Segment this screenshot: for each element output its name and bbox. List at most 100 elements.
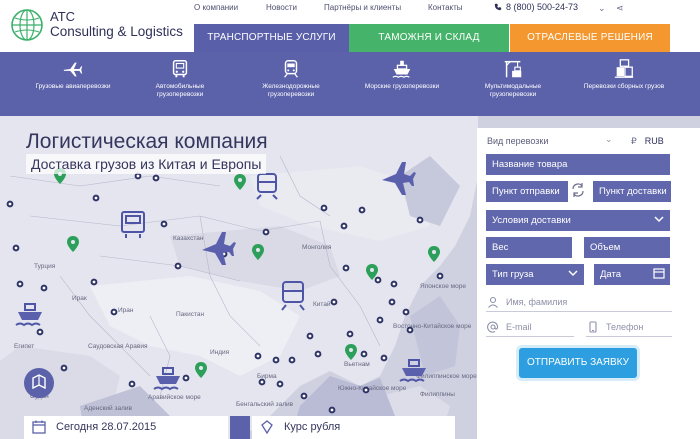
port-dot[interactable] [128,380,136,388]
product-name-field[interactable]: Название товара [486,154,670,175]
currency-icon [261,420,273,434]
services-nav: Грузовые авиаперевозки Автомобильные гру… [0,52,700,116]
port-dot[interactable] [346,330,354,338]
service-auto[interactable]: Автомобильные грузоперевозки [135,58,225,99]
origin-field[interactable]: Пункт отправки [486,181,568,202]
date-field[interactable]: Дата [594,264,670,285]
topnav-news[interactable]: Новости [266,3,297,12]
service-groupage[interactable]: Перевозки сборных грузов [579,58,669,91]
port-dot[interactable] [402,308,410,316]
port-dot[interactable] [358,206,366,214]
port-dot[interactable] [388,298,396,306]
port-dot[interactable] [374,276,382,284]
map-label: Пакистан [176,311,205,318]
site-header: ATC Consulting & Logistics О компании Но… [0,0,700,52]
mobile-icon [589,321,597,333]
currency-selector[interactable]: ₽ RUB [631,136,664,147]
dropdown-chevron-icon[interactable]: ⌄ [598,3,606,13]
port-dot[interactable] [262,228,270,236]
divider [230,416,250,439]
cargo-type-select[interactable]: Тип груза [486,264,584,285]
volume-field[interactable]: Объем [584,237,670,258]
port-dot[interactable] [306,332,314,340]
port-dot[interactable] [16,280,24,288]
transport-type-label: Вид перевозки [487,136,549,146]
service-rail[interactable]: Железнодорожные грузоперевозки [246,58,336,99]
today-date: Сегодня 28.07.2015 [24,416,228,439]
port-dot[interactable] [314,350,322,358]
submit-request-button[interactable]: ОТПРАВИТЬ ЗАЯВКУ [519,348,637,378]
destination-field[interactable]: Пункт доставки [593,181,671,202]
weight-field[interactable]: Вес [486,237,572,258]
name-input[interactable]: Имя, фамилия [486,292,672,312]
brand-line2: Consulting & Logistics [50,24,183,39]
map-label: Монголия [302,244,332,251]
ship-icon [392,60,411,78]
currency-rate[interactable]: Курс рубля [252,416,455,439]
service-multimodal[interactable]: Мультимодальные грузоперевозки [468,58,558,99]
port-dot[interactable] [380,354,388,362]
map-label: Бенгальский залив [236,400,294,408]
service-air[interactable]: Грузовые авиаперевозки [28,58,118,91]
user-icon [488,296,498,308]
port-dot[interactable] [160,220,168,228]
port-dot[interactable] [110,308,118,316]
tab-industry-solutions[interactable]: ОТРАСЛЕВЫЕ РЕШЕНИЯ [510,24,670,52]
port-dot[interactable] [254,352,262,360]
port-dot[interactable] [174,262,182,270]
ruble-sign-icon: ₽ [631,136,637,146]
port-dot[interactable] [288,356,296,364]
port-dot[interactable] [272,356,280,364]
port-dot[interactable] [320,204,328,212]
topnav-contacts[interactable]: Контакты [428,3,463,12]
train-icon [284,60,298,78]
brand-line1: ATC [50,9,76,24]
port-dot[interactable] [362,386,370,394]
port-dot[interactable] [340,222,348,230]
map-label: Вьетнам [344,361,370,368]
port-dot[interactable] [300,392,308,400]
port-dot[interactable] [152,174,160,182]
phone-number[interactable]: 8 (800) 500-24-73 [494,2,578,12]
port-dot[interactable] [360,350,368,358]
port-dot[interactable] [6,200,14,208]
hero-title: Логистическая компания [26,130,268,153]
port-dot[interactable] [328,406,336,414]
port-dot[interactable] [258,378,266,386]
port-dot[interactable] [90,278,98,286]
port-dot[interactable] [60,364,68,372]
port-dot[interactable] [92,194,100,202]
port-dot[interactable] [276,380,284,388]
share-icon[interactable]: ⋖ [616,3,624,13]
port-dot[interactable] [40,284,48,292]
info-bar: Сегодня 28.07.2015 Курс рубля [18,416,455,439]
chevron-down-icon[interactable]: ⌄ [605,134,613,145]
map-label: Восточно-Китайское море [393,322,472,330]
email-input[interactable]: E-mail [486,317,574,337]
port-dot[interactable] [342,264,350,272]
map-label: Иран [118,307,134,314]
map-label: Филиппины [420,391,455,398]
port-dot[interactable] [182,374,190,382]
map-zoom-button[interactable] [24,368,54,398]
delivery-terms-select[interactable]: Условия доставки [486,210,670,231]
port-dot[interactable] [436,272,444,280]
port-dot[interactable] [390,280,398,288]
topnav-about[interactable]: О компании [194,3,238,12]
truck-icon [172,60,188,78]
port-dot[interactable] [376,316,384,324]
port-dot[interactable] [406,326,414,334]
port-dot[interactable] [134,172,142,180]
logo[interactable]: ATC Consulting & Logistics [10,6,190,46]
port-dot[interactable] [330,298,338,306]
tab-transport-services[interactable]: ТРАНСПОРТНЫЕ УСЛУГИ [194,24,349,52]
topnav-partners[interactable]: Партнёры и клиенты [324,3,401,12]
swap-icon[interactable] [570,182,586,198]
phone-input[interactable]: Телефон [586,317,672,337]
port-dot[interactable] [12,244,20,252]
port-dot[interactable] [36,328,44,336]
port-dot[interactable] [416,216,424,224]
map-label: Японское море [420,283,466,290]
service-sea[interactable]: Морские грузоперевозки [357,58,447,91]
tab-customs-warehouse[interactable]: ТАМОЖНЯ И СКЛАД [349,24,509,52]
